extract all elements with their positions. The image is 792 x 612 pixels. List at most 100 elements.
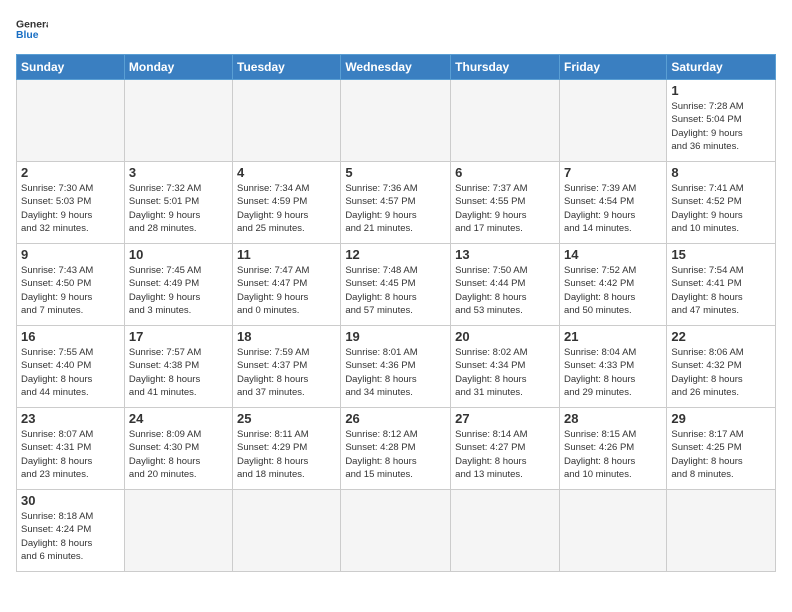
calendar-table: SundayMondayTuesdayWednesdayThursdayFrid… (16, 54, 776, 572)
weekday-header-sunday: Sunday (17, 55, 125, 80)
day-info: Sunrise: 7:32 AM Sunset: 5:01 PM Dayligh… (129, 182, 228, 235)
day-number: 30 (21, 493, 120, 508)
day-number: 13 (455, 247, 555, 262)
day-info: Sunrise: 7:43 AM Sunset: 4:50 PM Dayligh… (21, 264, 120, 317)
calendar-cell: 8Sunrise: 7:41 AM Sunset: 4:52 PM Daylig… (667, 162, 776, 244)
logo-icon: GeneralBlue (16, 16, 48, 44)
day-number: 11 (237, 247, 336, 262)
calendar-cell: 17Sunrise: 7:57 AM Sunset: 4:38 PM Dayli… (124, 326, 232, 408)
logo: GeneralBlue (16, 16, 52, 44)
calendar-cell (233, 490, 341, 572)
calendar-cell: 10Sunrise: 7:45 AM Sunset: 4:49 PM Dayli… (124, 244, 232, 326)
day-number: 19 (345, 329, 446, 344)
calendar-cell: 16 Sunrise: 7:55 AM Sunset: 4:40 PM Dayli… (17, 326, 125, 408)
calendar-cell: 15Sunrise: 7:54 AM Sunset: 4:41 PM Dayli… (667, 244, 776, 326)
page-header: GeneralBlue (16, 16, 776, 44)
svg-text:General: General (16, 20, 48, 31)
day-info: Sunrise: 7:30 AM Sunset: 5:03 PM Dayligh… (21, 182, 120, 235)
day-info: Sunrise: 7:37 AM Sunset: 4:55 PM Dayligh… (455, 182, 555, 235)
day-info: Sunrise: 7:57 AM Sunset: 4:38 PM Dayligh… (129, 346, 228, 399)
calendar-cell (17, 80, 125, 162)
day-number: 6 (455, 165, 555, 180)
day-info: Sunrise: 7:59 AM Sunset: 4:37 PM Dayligh… (237, 346, 336, 399)
day-info: Sunrise: 8:15 AM Sunset: 4:26 PM Dayligh… (564, 428, 662, 481)
calendar-cell: 29Sunrise: 8:17 AM Sunset: 4:25 PM Dayli… (667, 408, 776, 490)
day-number: 3 (129, 165, 228, 180)
day-info: Sunrise: 8:17 AM Sunset: 4:25 PM Dayligh… (671, 428, 771, 481)
calendar-cell: 5Sunrise: 7:36 AM Sunset: 4:57 PM Daylig… (341, 162, 451, 244)
day-info: Sunrise: 7:39 AM Sunset: 4:54 PM Dayligh… (564, 182, 662, 235)
day-number: 15 (671, 247, 771, 262)
day-number: 22 (671, 329, 771, 344)
day-number: 28 (564, 411, 662, 426)
day-number: 26 (345, 411, 446, 426)
day-number: 2 (21, 165, 120, 180)
svg-text:Blue: Blue (16, 30, 39, 41)
week-row-3: 9 Sunrise: 7:43 AM Sunset: 4:50 PM Daylig… (17, 244, 776, 326)
calendar-cell: 3 Sunrise: 7:32 AM Sunset: 5:01 PM Daylig… (124, 162, 232, 244)
calendar-cell: 30 Sunrise: 8:18 AM Sunset: 4:24 PM Dayli… (17, 490, 125, 572)
calendar-cell: 14Sunrise: 7:52 AM Sunset: 4:42 PM Dayli… (559, 244, 666, 326)
day-number: 16 (21, 329, 120, 344)
day-number: 25 (237, 411, 336, 426)
calendar-cell (451, 490, 560, 572)
weekday-header-saturday: Saturday (667, 55, 776, 80)
day-info: Sunrise: 8:09 AM Sunset: 4:30 PM Dayligh… (129, 428, 228, 481)
day-info: Sunrise: 7:36 AM Sunset: 4:57 PM Dayligh… (345, 182, 446, 235)
day-info: Sunrise: 8:18 AM Sunset: 4:24 PM Dayligh… (21, 510, 120, 563)
weekday-header-thursday: Thursday (451, 55, 560, 80)
day-number: 7 (564, 165, 662, 180)
day-info: Sunrise: 7:55 AM Sunset: 4:40 PM Dayligh… (21, 346, 120, 399)
day-info: Sunrise: 7:52 AM Sunset: 4:42 PM Dayligh… (564, 264, 662, 317)
day-number: 4 (237, 165, 336, 180)
weekday-header-row: SundayMondayTuesdayWednesdayThursdayFrid… (17, 55, 776, 80)
day-info: Sunrise: 8:12 AM Sunset: 4:28 PM Dayligh… (345, 428, 446, 481)
calendar-cell: 19Sunrise: 8:01 AM Sunset: 4:36 PM Dayli… (341, 326, 451, 408)
week-row-6: 30 Sunrise: 8:18 AM Sunset: 4:24 PM Dayli… (17, 490, 776, 572)
calendar-cell (341, 80, 451, 162)
calendar-cell: 21 Sunrise: 8:04 AM Sunset: 4:33 PM Dayli… (559, 326, 666, 408)
calendar-cell: 7 Sunrise: 7:39 AM Sunset: 4:54 PM Daylig… (559, 162, 666, 244)
day-number: 9 (21, 247, 120, 262)
day-info: Sunrise: 7:50 AM Sunset: 4:44 PM Dayligh… (455, 264, 555, 317)
calendar-cell (451, 80, 560, 162)
calendar-cell: 4Sunrise: 7:34 AM Sunset: 4:59 PM Daylig… (233, 162, 341, 244)
calendar-cell: 23 Sunrise: 8:07 AM Sunset: 4:31 PM Dayli… (17, 408, 125, 490)
week-row-2: 2 Sunrise: 7:30 AM Sunset: 5:03 PM Daylig… (17, 162, 776, 244)
day-info: Sunrise: 7:45 AM Sunset: 4:49 PM Dayligh… (129, 264, 228, 317)
calendar-cell: 18 Sunrise: 7:59 AM Sunset: 4:37 PM Dayli… (233, 326, 341, 408)
weekday-header-wednesday: Wednesday (341, 55, 451, 80)
weekday-header-monday: Monday (124, 55, 232, 80)
day-info: Sunrise: 8:02 AM Sunset: 4:34 PM Dayligh… (455, 346, 555, 399)
calendar-cell: 11Sunrise: 7:47 AM Sunset: 4:47 PM Dayli… (233, 244, 341, 326)
day-info: Sunrise: 7:48 AM Sunset: 4:45 PM Dayligh… (345, 264, 446, 317)
day-number: 20 (455, 329, 555, 344)
day-info: Sunrise: 8:07 AM Sunset: 4:31 PM Dayligh… (21, 428, 120, 481)
day-number: 8 (671, 165, 771, 180)
day-number: 24 (129, 411, 228, 426)
day-info: Sunrise: 8:04 AM Sunset: 4:33 PM Dayligh… (564, 346, 662, 399)
day-number: 21 (564, 329, 662, 344)
calendar-cell: 24 Sunrise: 8:09 AM Sunset: 4:30 PM Dayli… (124, 408, 232, 490)
day-info: Sunrise: 8:06 AM Sunset: 4:32 PM Dayligh… (671, 346, 771, 399)
week-row-5: 23 Sunrise: 8:07 AM Sunset: 4:31 PM Dayli… (17, 408, 776, 490)
calendar-cell: 25 Sunrise: 8:11 AM Sunset: 4:29 PM Dayli… (233, 408, 341, 490)
day-number: 23 (21, 411, 120, 426)
day-number: 27 (455, 411, 555, 426)
calendar-cell: 22 Sunrise: 8:06 AM Sunset: 4:32 PM Dayli… (667, 326, 776, 408)
calendar-cell: 1 Sunrise: 7:28 AM Sunset: 5:04 PM Daylig… (667, 80, 776, 162)
day-number: 1 (671, 83, 771, 98)
calendar-cell (341, 490, 451, 572)
day-number: 12 (345, 247, 446, 262)
day-number: 18 (237, 329, 336, 344)
calendar-cell: 2 Sunrise: 7:30 AM Sunset: 5:03 PM Daylig… (17, 162, 125, 244)
week-row-1: 1 Sunrise: 7:28 AM Sunset: 5:04 PM Daylig… (17, 80, 776, 162)
calendar-cell: 27Sunrise: 8:14 AM Sunset: 4:27 PM Dayli… (451, 408, 560, 490)
day-info: Sunrise: 8:11 AM Sunset: 4:29 PM Dayligh… (237, 428, 336, 481)
weekday-header-friday: Friday (559, 55, 666, 80)
calendar-cell (559, 80, 666, 162)
calendar-cell: 12 Sunrise: 7:48 AM Sunset: 4:45 PM Dayli… (341, 244, 451, 326)
day-info: Sunrise: 7:28 AM Sunset: 5:04 PM Dayligh… (671, 100, 771, 153)
calendar-cell: 20 Sunrise: 8:02 AM Sunset: 4:34 PM Dayli… (451, 326, 560, 408)
calendar-cell (559, 490, 666, 572)
